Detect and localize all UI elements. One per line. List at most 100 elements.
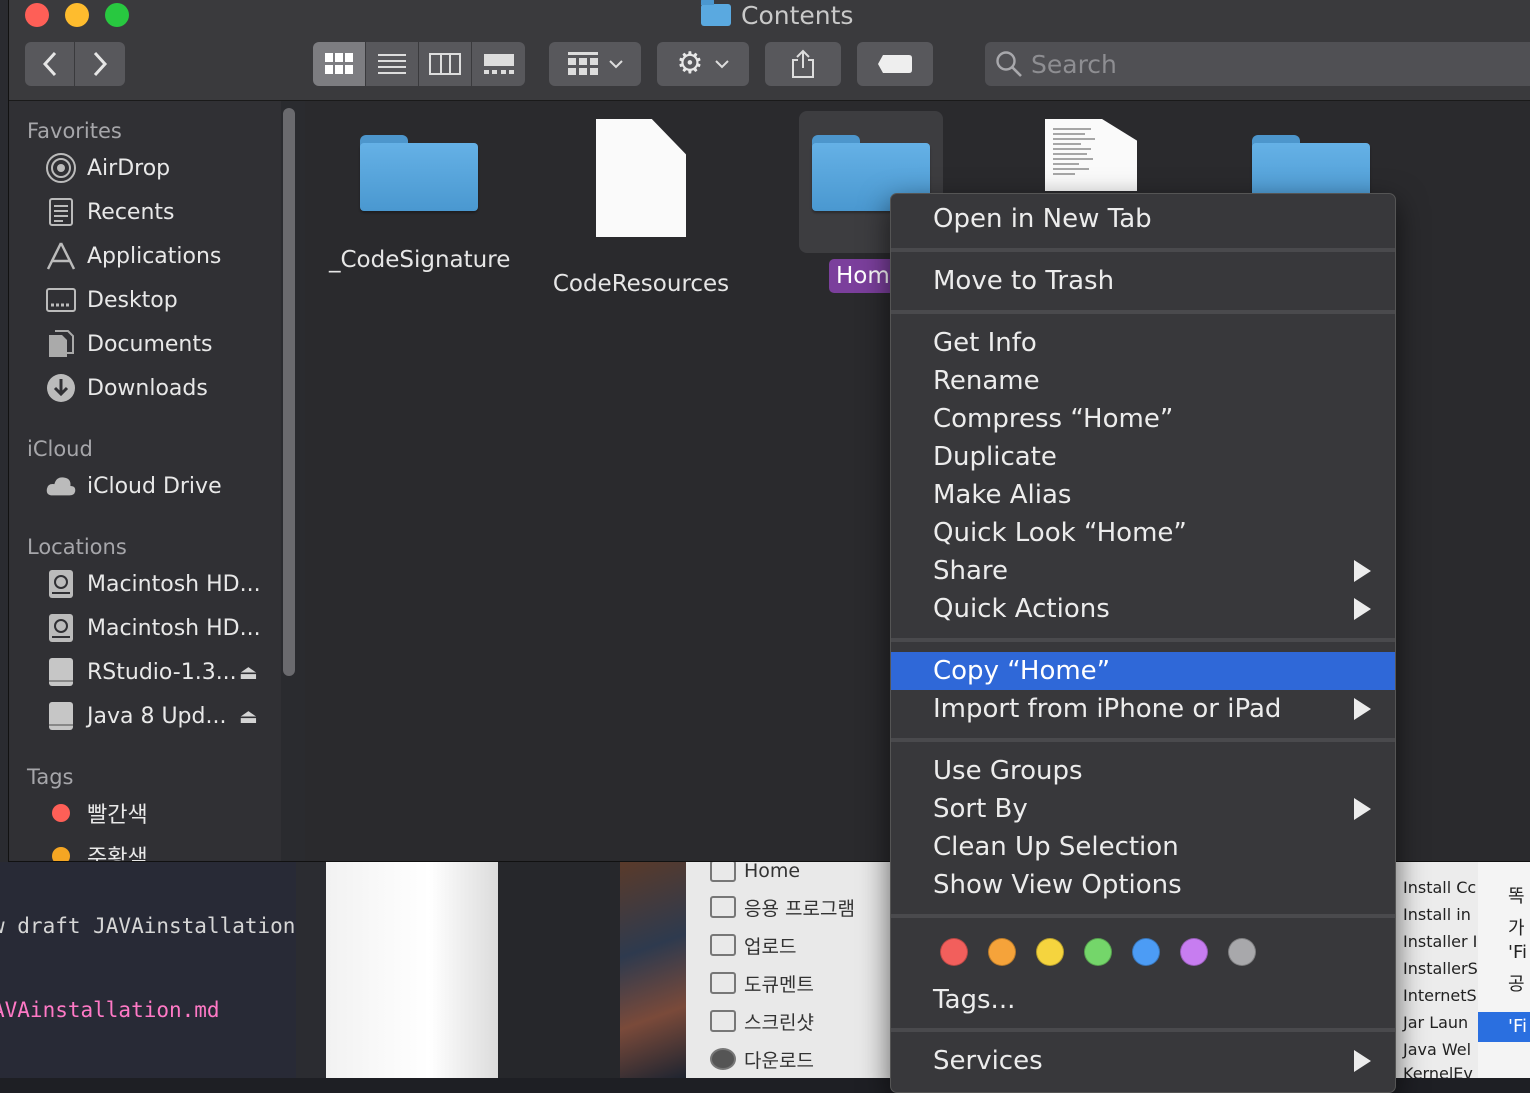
background-photo xyxy=(620,862,686,1078)
orange-tag-icon xyxy=(52,847,70,861)
menu-item-import-from-iphone[interactable]: Import from iPhone or iPad xyxy=(891,690,1395,728)
menu-item-share[interactable]: Share xyxy=(891,552,1395,590)
menu-item-quick-look[interactable]: Quick Look “Home” xyxy=(891,514,1395,552)
eject-icon[interactable]: ⏏ xyxy=(239,660,258,684)
tag-green-button[interactable] xyxy=(1084,938,1112,966)
sidebar-item-desktop[interactable]: Desktop xyxy=(45,280,178,320)
menu-separator xyxy=(891,1028,1395,1032)
document-icon xyxy=(596,119,686,237)
disk-image-icon xyxy=(45,656,77,688)
edit-tags-button[interactable] xyxy=(857,42,933,86)
icon-view-button[interactable] xyxy=(313,42,366,86)
tag-gray-button[interactable] xyxy=(1228,938,1256,966)
file-item[interactable]: _CodeSignature xyxy=(329,119,510,273)
downloads-icon xyxy=(45,372,77,404)
menu-item-make-alias[interactable]: Make Alias xyxy=(891,476,1395,514)
file-name: CodeResources xyxy=(552,271,730,297)
list-item: Install in xyxy=(1403,905,1471,924)
group-by-button[interactable] xyxy=(549,42,641,86)
background-code-editor: w draft JAVAinstallation AVAinstallation… xyxy=(0,862,296,1078)
forward-button[interactable] xyxy=(75,42,125,86)
sidebar-item-applications[interactable]: Applications xyxy=(45,236,221,276)
search-placeholder: Search xyxy=(1031,49,1117,79)
folder-icon xyxy=(710,1010,736,1032)
menu-item-get-info[interactable]: Get Info xyxy=(891,324,1395,362)
navigation-buttons xyxy=(25,42,125,86)
sidebar-section-locations: Locations xyxy=(27,535,127,559)
tag-yellow-button[interactable] xyxy=(1036,938,1064,966)
folder-icon xyxy=(710,934,736,956)
list-view-button[interactable] xyxy=(366,42,419,86)
share-button[interactable] xyxy=(765,42,841,86)
menu-item-quick-actions[interactable]: Quick Actions xyxy=(891,590,1395,628)
sidebar-item-macintosh-hd-2[interactable]: Macintosh HD... xyxy=(45,608,261,648)
list-item: Java Wel xyxy=(1403,1040,1472,1059)
zoom-window-button[interactable] xyxy=(105,3,129,27)
menu-separator xyxy=(891,310,1395,314)
columns-icon xyxy=(429,53,461,75)
disk-image-icon xyxy=(45,700,77,732)
action-menu-button[interactable]: ⚙ xyxy=(657,42,749,86)
window-title-text: Contents xyxy=(741,0,854,30)
background-file-list: Install Cc Install in Installer I Instal… xyxy=(1396,862,1478,1078)
editor-line: w draft JAVAinstallation xyxy=(0,914,296,938)
menu-item-tags[interactable]: Tags... xyxy=(891,981,1395,1019)
menu-item-duplicate[interactable]: Duplicate xyxy=(891,438,1395,476)
file-item[interactable] xyxy=(1001,119,1181,191)
sidebar-item-tag-red[interactable]: 빨간색 xyxy=(45,793,148,833)
sidebar-item-label: AirDrop xyxy=(87,155,171,181)
airdrop-icon xyxy=(45,152,77,184)
sidebar-item-java[interactable]: Java 8 Upd... xyxy=(45,696,226,736)
sidebar-item-downloads[interactable]: Downloads xyxy=(45,368,208,408)
menu-item-rename[interactable]: Rename xyxy=(891,362,1395,400)
menu-item-move-to-trash[interactable]: Move to Trash xyxy=(891,262,1395,300)
menu-item-use-groups[interactable]: Use Groups xyxy=(891,752,1395,790)
close-window-button[interactable] xyxy=(25,3,49,27)
menu-item-clean-up-selection[interactable]: Clean Up Selection xyxy=(891,828,1395,866)
sidebar-item-label: 빨간색 xyxy=(87,803,148,828)
gallery-view-button[interactable] xyxy=(472,42,525,86)
downloads-icon xyxy=(710,1048,736,1070)
folder-icon xyxy=(701,0,731,26)
background-window-edge xyxy=(0,0,8,862)
tag-red-button[interactable] xyxy=(940,938,968,966)
list-item: 'Fi xyxy=(1508,942,1527,963)
menu-item-copy[interactable]: Copy “Home” xyxy=(891,652,1395,690)
sidebar-item-icloud-drive[interactable]: iCloud Drive xyxy=(45,466,222,506)
sidebar-item-recents[interactable]: Recents xyxy=(45,192,175,232)
file-item[interactable]: CodeResources xyxy=(551,119,731,297)
tag-blue-button[interactable] xyxy=(1132,938,1160,966)
sidebar-item-label: RStudio-1.3... xyxy=(87,659,237,685)
menu-item-open-in-new-tab[interactable]: Open in New Tab xyxy=(891,200,1395,238)
list-item: InternetS xyxy=(1403,986,1477,1005)
group-grid-icon xyxy=(568,52,598,75)
chevron-down-icon xyxy=(715,60,730,69)
tag-orange-button[interactable] xyxy=(988,938,1016,966)
menu-item-show-view-options[interactable]: Show View Options xyxy=(891,866,1395,904)
folder-icon xyxy=(360,119,478,211)
minimize-window-button[interactable] xyxy=(65,3,89,27)
background-sidebar-item: 스크린샷 xyxy=(710,1006,814,1036)
menu-separator xyxy=(891,248,1395,252)
eject-icon[interactable]: ⏏ xyxy=(239,704,258,728)
sidebar-scrollbar[interactable] xyxy=(283,108,295,676)
column-view-button[interactable] xyxy=(419,42,472,86)
search-field[interactable]: Search xyxy=(985,42,1530,86)
sidebar-item-rstudio[interactable]: RStudio-1.3... xyxy=(45,652,237,692)
applications-icon xyxy=(45,240,77,272)
tag-purple-button[interactable] xyxy=(1180,938,1208,966)
sidebar-item-label: Applications xyxy=(87,243,222,269)
cloud-icon xyxy=(45,470,77,502)
menu-item-sort-by[interactable]: Sort By xyxy=(891,790,1395,828)
text-document-icon xyxy=(1045,119,1137,191)
submenu-arrow-icon xyxy=(1354,1050,1371,1072)
back-button[interactable] xyxy=(25,42,75,86)
sidebar-item-airdrop[interactable]: AirDrop xyxy=(45,148,170,188)
harddisk-icon xyxy=(45,612,77,644)
menu-item-services[interactable]: Services xyxy=(891,1042,1395,1080)
sidebar-item-documents[interactable]: Documents xyxy=(45,324,212,364)
menu-item-compress[interactable]: Compress “Home” xyxy=(891,400,1395,438)
gear-icon: ⚙ xyxy=(676,46,704,81)
sidebar-item-macintosh-hd[interactable]: Macintosh HD... xyxy=(45,564,261,604)
sidebar-item-tag-orange[interactable]: 주황색 xyxy=(45,836,148,861)
